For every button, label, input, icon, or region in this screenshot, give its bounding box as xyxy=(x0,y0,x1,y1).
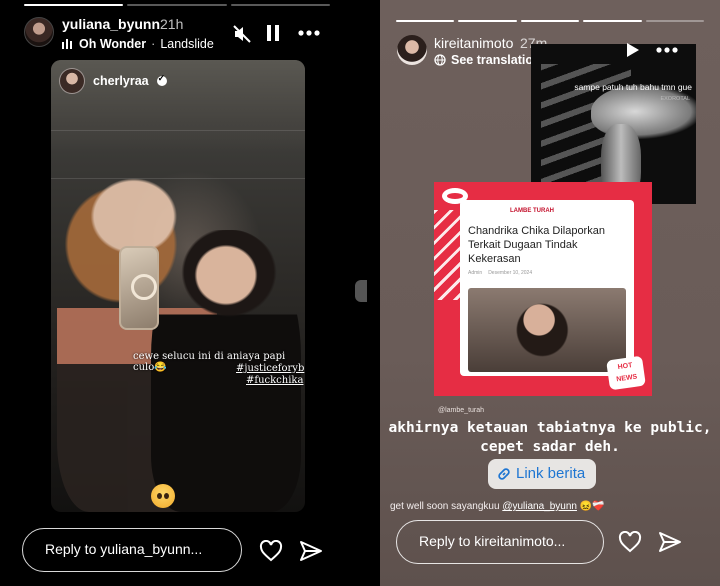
heart-icon[interactable] xyxy=(259,540,283,562)
avatar[interactable] xyxy=(24,17,54,47)
credit-handle: @lambe_turah xyxy=(438,407,485,414)
news-author: Admin xyxy=(468,270,483,276)
news-card: LAMBE TURAH Chandrika Chika Dilaporkan T… xyxy=(460,200,634,376)
news-meta: Admin Desember 10, 2024 xyxy=(468,270,532,276)
news-headline: Chandrika Chika Dilaporkan Terkait Dugaa… xyxy=(468,225,605,265)
progress-segment xyxy=(396,20,455,22)
progress-segment xyxy=(583,20,642,22)
link-icon xyxy=(498,468,510,480)
see-translation-label: See translation xyxy=(451,53,541,67)
news-date: Desember 10, 2024 xyxy=(488,270,533,276)
pause-icon[interactable] xyxy=(265,24,281,42)
link-sticker-button[interactable]: Link berita xyxy=(488,459,596,489)
news-photo xyxy=(468,288,626,372)
xray-caption: sampe patuh tuh bahu tmn gue xyxy=(574,82,692,92)
previous-story-handle[interactable] xyxy=(355,280,367,302)
music-bars-icon xyxy=(62,39,72,49)
story-text-line: cepet sadar deh. xyxy=(480,439,620,455)
music-attribution[interactable]: Oh Wonder · Landslide xyxy=(62,37,214,51)
username[interactable]: kireitanimoto xyxy=(434,35,513,51)
story-panel-kireitanimoto[interactable]: kireitanimoto 27m See translation sampe … xyxy=(380,0,720,586)
caption-hashtag[interactable]: #justiceforyb xyxy=(236,363,304,374)
comment-mention[interactable]: @yuliana_byunn xyxy=(502,501,577,512)
globe-icon xyxy=(434,54,446,66)
verified-icon xyxy=(156,73,167,86)
reply-input[interactable]: Reply to yuliana_byunn... xyxy=(22,528,242,572)
divider xyxy=(51,130,305,131)
link-label: Link berita xyxy=(516,465,586,482)
progress-segment xyxy=(520,20,580,22)
reshared-post[interactable]: cherlyraa cewe selucu ini di aniaya papi… xyxy=(51,60,305,512)
reshared-avatar xyxy=(59,68,85,94)
progress-segment xyxy=(458,20,517,22)
decor-stripes xyxy=(434,210,462,300)
story-text-line: akhirnya ketauan tabiatnya ke public, xyxy=(388,420,712,436)
story-progress xyxy=(396,20,705,22)
see-translation-button[interactable]: See translation xyxy=(434,53,541,67)
username[interactable]: yuliana_byunn xyxy=(62,16,160,32)
progress-segment xyxy=(127,4,227,6)
music-separator: · xyxy=(151,37,156,51)
news-brand: LAMBE TURAH xyxy=(510,208,554,214)
comment-emoji: 😖❤️‍🩹 xyxy=(579,501,605,512)
progress-segment xyxy=(230,4,330,6)
progress-segment xyxy=(24,4,124,6)
sound-off-icon[interactable] xyxy=(232,24,252,44)
more-icon[interactable] xyxy=(656,47,678,53)
music-artist: Oh Wonder xyxy=(79,37,147,51)
reply-input[interactable]: Reply to kireitanimoto... xyxy=(396,520,604,564)
heart-icon[interactable] xyxy=(618,531,642,553)
xray-image: sampe patuh tuh bahu tmn gue EXOROTAL xyxy=(531,44,696,204)
reshared-username: cherlyraa xyxy=(93,74,149,88)
play-icon[interactable] xyxy=(626,42,640,58)
comment-text: get well soon sayangkuu xyxy=(390,501,500,512)
hot-news-badge: HOT NEWS xyxy=(606,355,646,391)
pleading-face-icon xyxy=(151,484,175,508)
story-comment: get well soon sayangkuu @yuliana_byunn 😖… xyxy=(390,501,605,512)
avatar[interactable] xyxy=(397,35,427,65)
send-icon[interactable] xyxy=(299,540,323,562)
news-screenshot[interactable]: LAMBE TURAH Chandrika Chika Dilaporkan T… xyxy=(434,182,652,396)
caption-hashtag[interactable]: #fuckchika xyxy=(246,375,303,386)
more-icon[interactable] xyxy=(298,30,320,36)
story-panel-yuliana[interactable]: yuliana_byunn 21h Oh Wonder · Landslide … xyxy=(0,0,343,586)
photo-phone xyxy=(119,246,159,330)
story-progress xyxy=(24,4,330,6)
timestamp: 21h xyxy=(160,16,184,32)
music-track: Landslide xyxy=(160,37,214,51)
progress-segment xyxy=(645,20,705,22)
xray-label: EXOROTAL xyxy=(660,96,690,102)
send-icon[interactable] xyxy=(658,531,682,553)
reshared-header[interactable]: cherlyraa xyxy=(59,68,167,94)
